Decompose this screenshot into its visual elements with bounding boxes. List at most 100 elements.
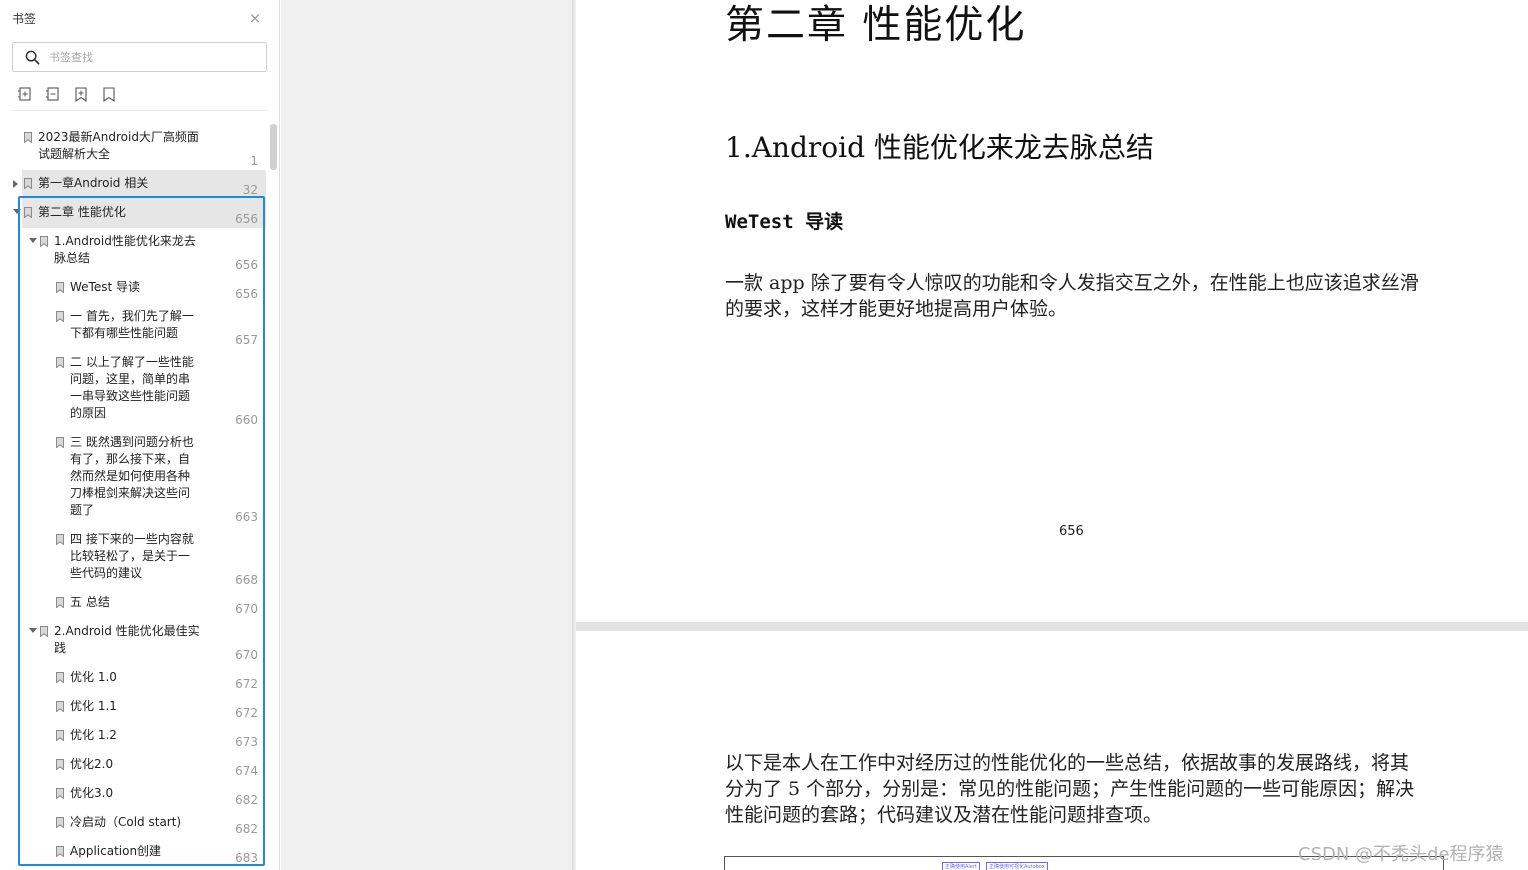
bookmark-item[interactable]: 第一章Android 相关 32 <box>13 170 266 199</box>
bookmark-label: 优化2.0 <box>70 757 114 771</box>
bookmark-item[interactable]: 第二章 性能优化 656 <box>13 199 266 228</box>
bookmark-item[interactable]: 一 首先，我们先了解一下都有哪些性能问题 657 <box>10 303 266 349</box>
bookmark-label: 优化3.0 <box>70 786 114 800</box>
bookmark-icon <box>40 626 48 637</box>
bookmark-icon <box>24 207 32 218</box>
bookmark-page-number: 670 <box>235 648 258 662</box>
bookmark-page-number: 656 <box>235 287 258 301</box>
search-input[interactable] <box>49 48 259 66</box>
bookmark-page-number: 663 <box>235 510 258 524</box>
bookmark-page-number: 1 <box>250 154 258 168</box>
bookmark-icon <box>56 437 64 448</box>
panel-title: 书签 <box>12 12 37 26</box>
body-paragraph: 以下是本人在工作中对经历过的性能优化的一些总结，依据故事的发展路线，将其分为了 … <box>725 752 1415 826</box>
bookmark-icon <box>56 788 64 799</box>
bookmark-tree: 2023最新Android大厂高频面试题解析大全 1 第一章Android 相关 32… <box>10 120 268 870</box>
bookmark-label: Application创建 <box>70 844 162 858</box>
bookmark-label: 一 首先，我们先了解一下都有哪些性能问题 <box>70 309 194 340</box>
search-icon <box>25 50 40 65</box>
collapse-arrow-icon[interactable] <box>29 628 37 633</box>
bookmark-item[interactable]: 优化2.0 674 <box>10 751 266 780</box>
bookmark-page-number: 682 <box>235 822 258 836</box>
bookmark-panel: 书签 × 书签查找 2023最新Android大厂高频面试题解析大全 1 第一章… <box>0 0 280 870</box>
bookmark-page-number: 682 <box>235 793 258 807</box>
bookmark-icon <box>24 132 32 143</box>
bookmark-item[interactable]: 优化 1.0 672 <box>10 664 266 693</box>
bookmark-icon <box>56 817 64 828</box>
bookmark-icon <box>56 311 64 322</box>
expand-arrow-icon[interactable] <box>13 180 18 188</box>
bookmark-page-number: 673 <box>235 735 258 749</box>
bookmark-label: 优化 1.0 <box>70 670 117 684</box>
bookmark-icon[interactable] <box>100 86 118 104</box>
bookmark-item[interactable]: 优化 1.1 672 <box>10 693 266 722</box>
bookmark-page-number: 672 <box>235 677 258 691</box>
bookmark-label: 优化 1.1 <box>70 699 117 713</box>
bookmark-page-number: 656 <box>235 212 258 226</box>
bookmark-item[interactable]: 五 总结 670 <box>10 589 266 618</box>
bookmark-item[interactable]: 四 接下来的一些内容就比较轻松了，是关于一些代码的建议 668 <box>10 526 266 589</box>
bookmark-icon <box>56 701 64 712</box>
bookmark-item[interactable]: 2.Android 性能优化最佳实践 670 <box>10 618 266 664</box>
bookmark-label: 2.Android 性能优化最佳实践 <box>54 624 200 655</box>
bookmark-page-number: 674 <box>235 764 258 778</box>
panel-scrollbar[interactable] <box>270 124 277 170</box>
bookmark-search[interactable] <box>12 42 267 72</box>
watermark: CSDN @不秃头de程序猿 <box>1298 844 1504 865</box>
bookmark-icon <box>40 236 48 247</box>
bookmark-label: 四 接下来的一些内容就比较轻松了，是关于一些代码的建议 <box>70 532 194 580</box>
bookmark-item[interactable]: WeTest 导读 656 <box>10 274 266 303</box>
bookmark-page-number: 670 <box>235 602 258 616</box>
bookmark-label: 1.Android性能优化来龙去脉总结 <box>54 234 196 265</box>
expand-all-icon[interactable] <box>16 86 34 104</box>
bookmark-label: 二 以上了解了一些性能问题，这里，简单的串一串导致这些性能问题的原因 <box>70 355 194 420</box>
document-background <box>281 0 575 870</box>
bookmark-item[interactable]: 2023最新Android大厂高频面试题解析大全 1 <box>22 124 266 170</box>
bookmark-label: 三 既然遇到问题分析也有了，那么接下来，自然而然是如何使用各种刀棒棍剑来解决这些… <box>70 435 194 517</box>
collapse-arrow-icon[interactable] <box>29 238 37 243</box>
close-icon[interactable]: × <box>246 9 264 27</box>
bookmark-label: 第一章Android 相关 <box>38 176 149 190</box>
bookmark-label: WeTest 导读 <box>70 280 140 294</box>
bookmark-page-number: 32 <box>242 183 258 197</box>
bookmark-item[interactable]: 二 以上了解了一些性能问题，这里，简单的串一串导致这些性能问题的原因 660 <box>10 349 266 429</box>
bookmark-icon <box>56 357 64 368</box>
collapse-arrow-icon[interactable] <box>13 209 21 214</box>
subsection-title: WeTest 导读 <box>725 211 844 233</box>
add-bookmark-icon[interactable] <box>72 86 90 104</box>
bookmark-item[interactable]: 优化 1.2 673 <box>10 722 266 751</box>
bookmark-item[interactable]: Application创建 683 <box>10 838 266 867</box>
bookmark-page-number: 660 <box>235 413 258 427</box>
divider <box>10 110 268 111</box>
chapter-title: 第二章 性能优化 <box>725 3 1027 48</box>
bookmark-label: 第二章 性能优化 <box>38 205 126 219</box>
bookmark-item[interactable]: 冷启动（Cold start) 682 <box>10 809 266 838</box>
page-separator <box>576 622 1528 631</box>
bookmark-icon <box>24 178 32 189</box>
bookmark-icon <box>56 672 64 683</box>
bookmark-label: 优化 1.2 <box>70 728 117 742</box>
intro-paragraph: 一款 app 除了要有令人惊叹的功能和令人发指交互之外，在性能上也应该追求丝滑的… <box>725 272 1419 320</box>
bookmark-icon <box>56 282 64 293</box>
bookmark-icon <box>56 759 64 770</box>
bookmark-page-number: 657 <box>235 333 258 347</box>
figure-label: 正确使用Alert <box>942 862 980 870</box>
bookmark-icon <box>56 534 64 545</box>
collapse-all-icon[interactable] <box>44 86 62 104</box>
bookmark-icon <box>56 597 64 608</box>
bookmark-item[interactable]: 1.Android性能优化来龙去脉总结 656 <box>10 228 266 274</box>
bookmark-label: 冷启动（Cold start) <box>70 815 182 829</box>
bookmark-label: 五 总结 <box>70 595 110 609</box>
bookmark-item[interactable]: 三 既然遇到问题分析也有了，那么接下来，自然而然是如何使用各种刀棒棍剑来解决这些… <box>10 429 266 526</box>
page-number: 656 <box>1059 524 1084 539</box>
bookmark-icon <box>56 846 64 857</box>
bookmark-page-number: 672 <box>235 706 258 720</box>
bookmark-page-number: 668 <box>235 573 258 587</box>
bookmark-page-number: 656 <box>235 258 258 272</box>
bookmark-item[interactable]: 优化3.0 682 <box>10 780 266 809</box>
section-title: 1.Android 性能优化来龙去脉总结 <box>725 131 1154 164</box>
pdf-reader-window: 书签 × 书签查找 2023最新Android大厂高频面试题解析大全 1 第一章… <box>0 0 1528 870</box>
bookmark-page-number: 683 <box>235 851 258 865</box>
figure-label: 正确使用可视化Autobox <box>986 862 1048 870</box>
bookmark-icon <box>56 730 64 741</box>
